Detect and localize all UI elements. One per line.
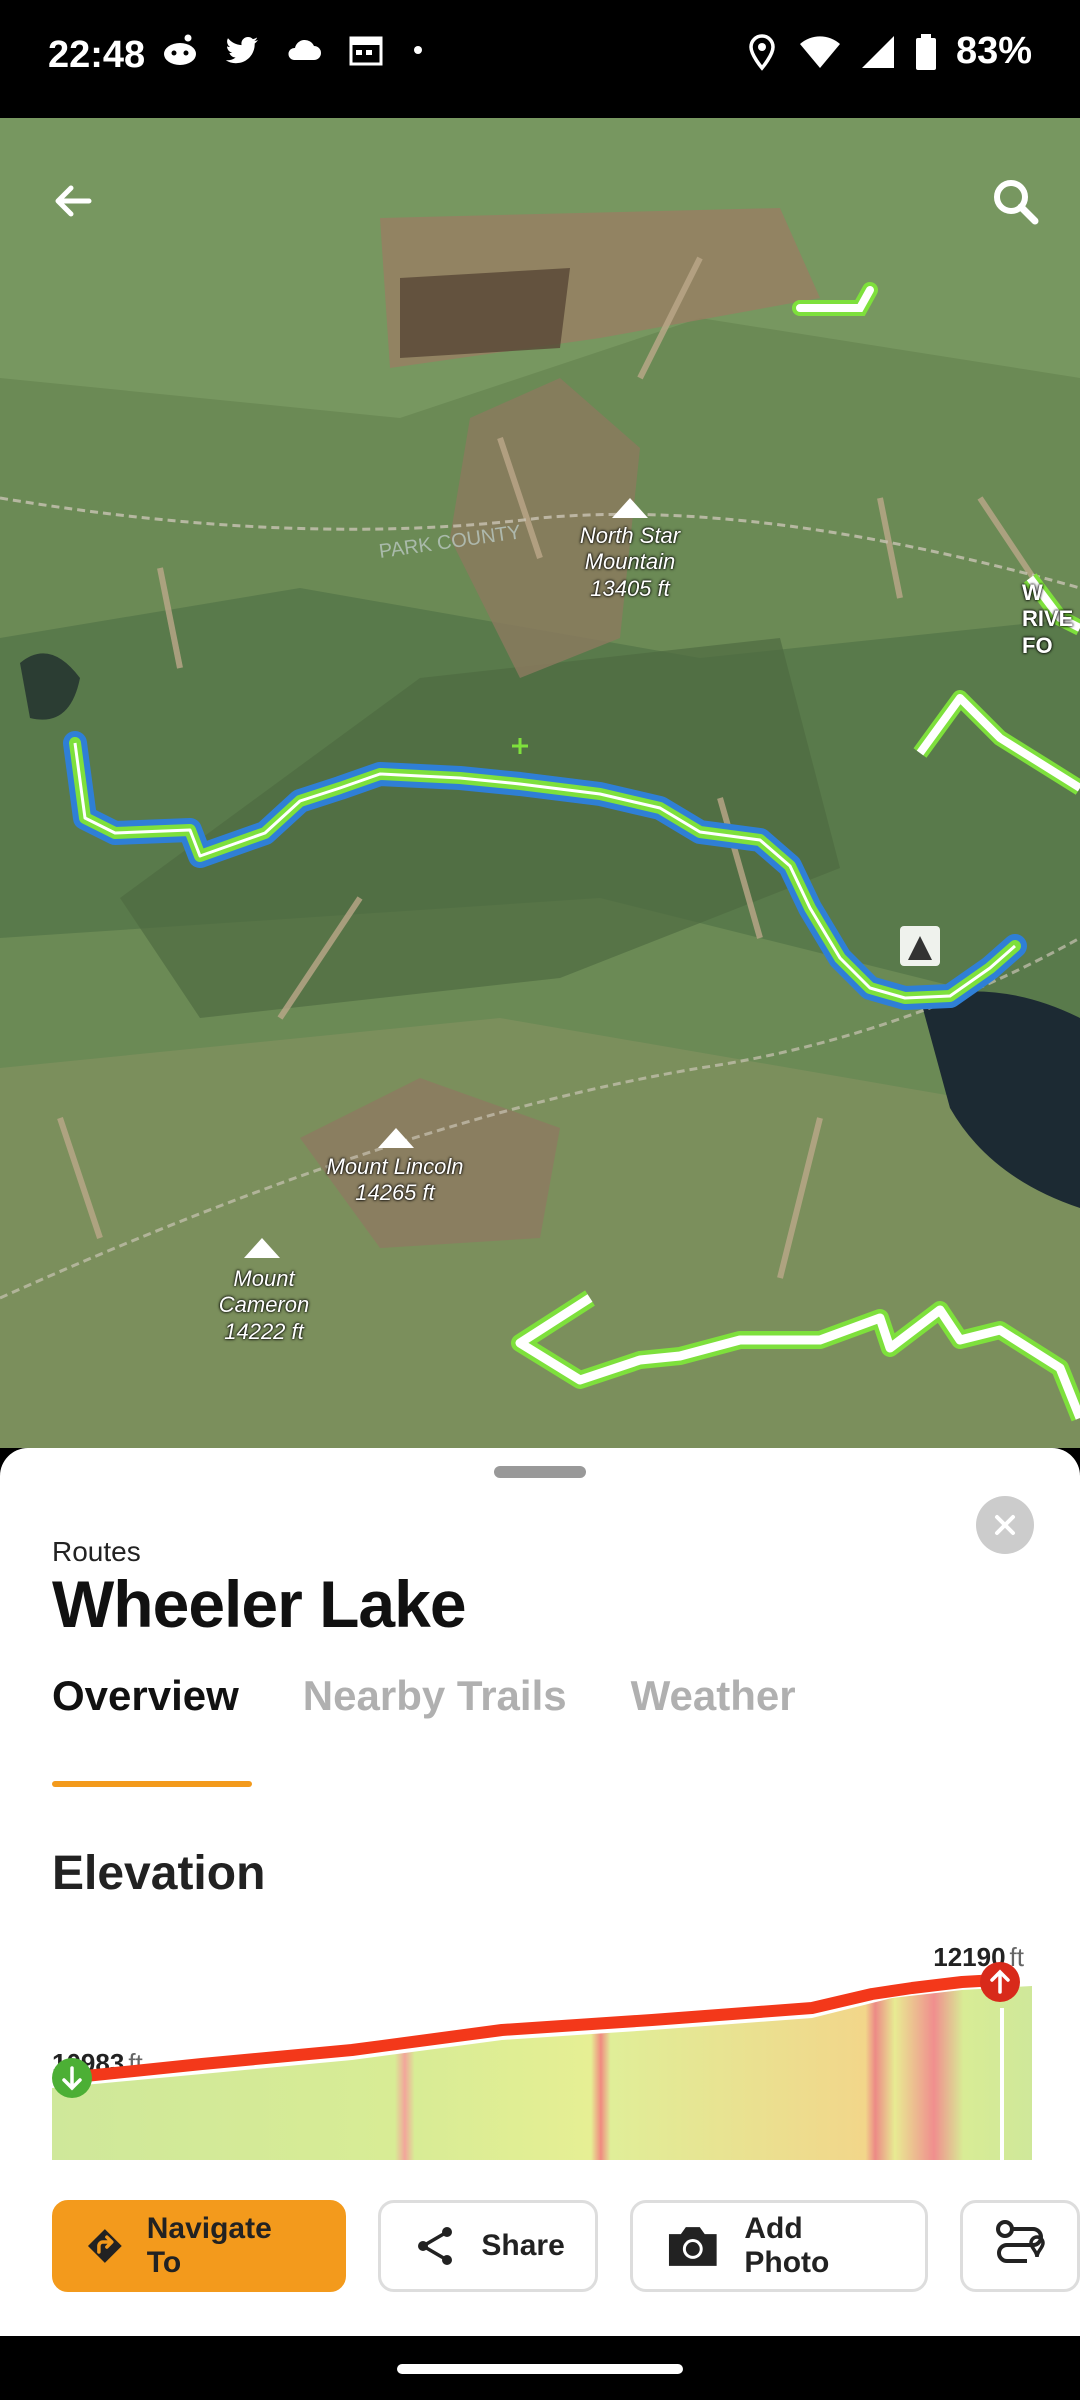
map-view[interactable]: PARK COUNTY North Star Mountain 13405 ft… [0, 118, 1080, 1448]
tab-nearby-trails[interactable]: Nearby Trails [303, 1672, 567, 1720]
detail-tabs: Overview Nearby Trails Weather [52, 1672, 796, 1720]
system-nav-bar [0, 2336, 1080, 2400]
navigate-icon [87, 2229, 122, 2263]
peak-name: North Star Mountain [579, 523, 681, 575]
system-icons: 83% [744, 30, 1032, 73]
arrow-left-icon [55, 185, 92, 217]
search-button[interactable] [980, 166, 1050, 236]
arrow-up-icon [980, 1962, 1020, 2002]
back-button[interactable] [38, 166, 108, 236]
edge-area-label: W RIVE FO [1022, 580, 1074, 658]
tab-overview[interactable]: Overview [52, 1672, 239, 1720]
elevation-title: Elevation [52, 1847, 266, 1900]
route-title: Wheeler Lake [52, 1567, 467, 1641]
peak-label-mount-lincoln[interactable]: Mount Lincoln 14265 ft [300, 1154, 490, 1207]
drag-handle[interactable] [494, 1466, 586, 1478]
add-photo-label: Add Photo [744, 2212, 830, 2279]
peak-name: Mount Lincoln [326, 1154, 464, 1179]
peak-label-mount-cameron[interactable]: Mount Cameron 14222 ft [184, 1266, 344, 1345]
calendar-icon [349, 36, 383, 66]
camera-icon [668, 2227, 717, 2266]
status-bar: 22:48 83% [0, 0, 1080, 118]
signal-icon [861, 35, 894, 68]
campground-icon[interactable] [900, 926, 940, 966]
arrow-down-icon [52, 2058, 92, 2098]
battery-level: 83% [955, 30, 1032, 72]
peak-elevation: 13405 ft [590, 575, 670, 601]
location-icon [749, 33, 775, 71]
action-buttons: Navigate To Share Add Photo [52, 2200, 1080, 2292]
cloud-icon [288, 39, 321, 60]
reddit-icon [164, 34, 196, 65]
close-icon [995, 1515, 1015, 1535]
route-category: Routes [52, 1536, 141, 1567]
route-icon [996, 2220, 1045, 2263]
route-options-button[interactable] [960, 2200, 1080, 2292]
battery-icon [915, 33, 936, 70]
satellite-map[interactable]: PARK COUNTY [0, 118, 1080, 1448]
peak-elevation: 14222 ft [224, 1318, 304, 1344]
dot-icon [414, 46, 422, 54]
elevation-area [52, 1986, 1032, 2160]
peak-name: Mount Cameron [218, 1266, 310, 1318]
search-icon [994, 180, 1039, 225]
peak-label-north-star[interactable]: North Star Mountain 13405 ft [540, 523, 720, 602]
close-button[interactable] [976, 1496, 1034, 1554]
notification-icons [160, 30, 428, 70]
status-time: 22:48 [48, 34, 146, 76]
share-label: Share [481, 2229, 565, 2262]
navigate-to-button[interactable]: Navigate To [52, 2200, 347, 2292]
route-detail-sheet: Routes Wheeler Lake Overview Nearby Trai… [0, 1448, 1080, 2336]
elevation-profile-chart[interactable] [52, 1938, 1032, 2160]
add-photo-button[interactable]: Add Photo [629, 2200, 928, 2292]
home-gesture-bar[interactable] [397, 2364, 683, 2374]
share-button[interactable]: Share [378, 2200, 598, 2292]
active-tab-indicator [52, 1781, 252, 1787]
share-icon [418, 2227, 453, 2265]
peak-elevation: 14265 ft [355, 1180, 435, 1206]
wifi-icon [799, 35, 840, 68]
navigate-to-label: Navigate To [146, 2212, 272, 2279]
twitter-icon [225, 37, 258, 64]
tab-weather[interactable]: Weather [631, 1672, 796, 1720]
